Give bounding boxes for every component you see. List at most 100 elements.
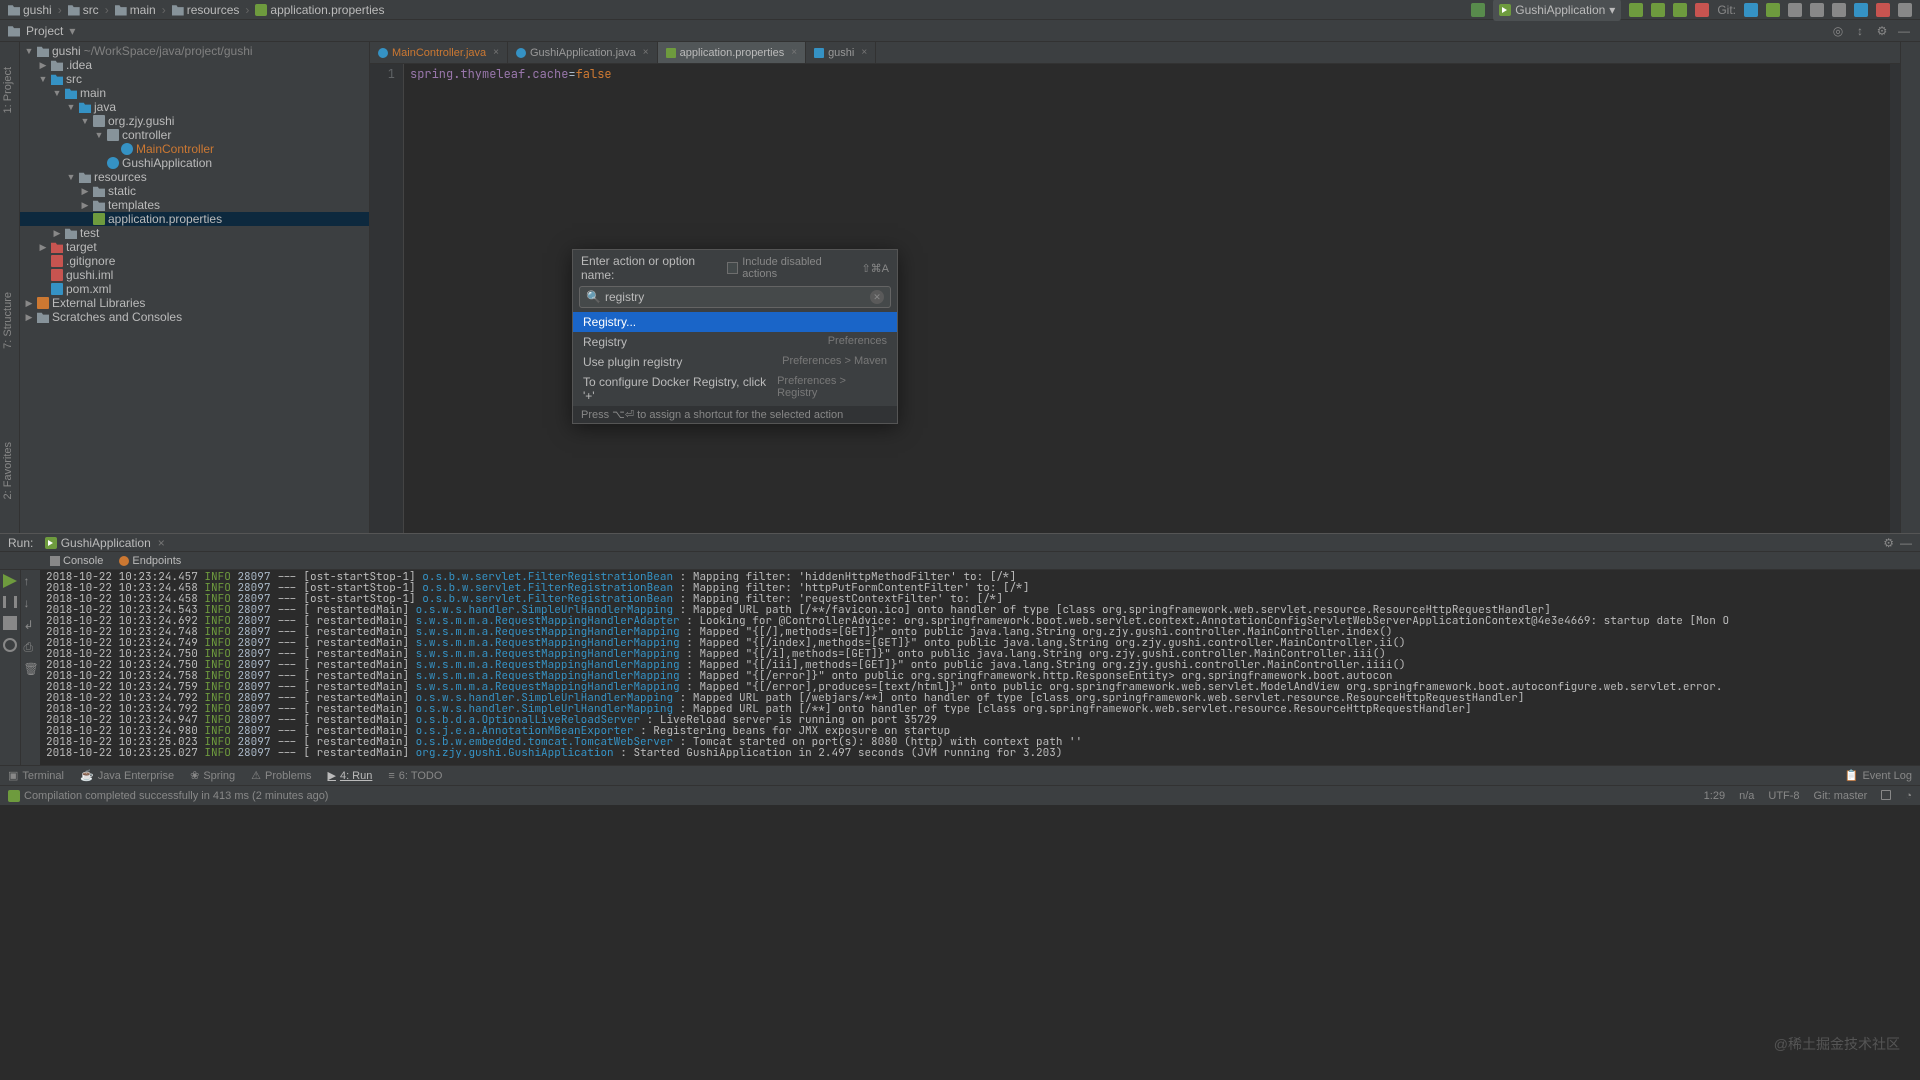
caret-position[interactable]: 1:29: [1704, 790, 1725, 802]
tree-row[interactable]: ▼main: [20, 86, 369, 100]
problems-tab[interactable]: ⚠ Problems: [251, 769, 311, 782]
coverage-icon[interactable]: [1673, 3, 1687, 17]
lock-icon[interactable]: [1881, 790, 1891, 800]
git-branch[interactable]: Git: master: [1814, 790, 1868, 802]
tree-row[interactable]: ▶target: [20, 240, 369, 254]
spring-tab[interactable]: ❀ Spring: [190, 769, 235, 782]
endpoints-tab[interactable]: Endpoints: [111, 552, 189, 569]
tree-row[interactable]: ▶.idea: [20, 58, 369, 72]
editor-tab[interactable]: gushi×: [806, 42, 876, 63]
hammer-icon[interactable]: [1471, 3, 1485, 17]
down-icon[interactable]: ↓: [24, 596, 38, 610]
editor-tab[interactable]: GushiApplication.java×: [508, 42, 658, 63]
rerun-icon[interactable]: [3, 574, 17, 588]
close-icon[interactable]: ×: [791, 47, 797, 58]
close-icon[interactable]: ×: [643, 47, 649, 58]
tree-row[interactable]: ▼org.zjy.gushi: [20, 114, 369, 128]
revert-icon[interactable]: [1810, 3, 1824, 17]
run-icon[interactable]: [1629, 3, 1643, 17]
tree-row[interactable]: pom.xml: [20, 282, 369, 296]
close-icon[interactable]: ×: [493, 47, 499, 58]
tree-row[interactable]: ▼java: [20, 100, 369, 114]
project-tree[interactable]: ▼gushi ~/WorkSpace/java/project/gushi▶.i…: [20, 42, 369, 533]
vcs-commit-icon[interactable]: [1766, 3, 1780, 17]
editor-tab[interactable]: MainController.java×: [370, 42, 508, 63]
console-side-toolbar: ↑ ↓ ↲ ⎙ 🗑: [20, 570, 40, 765]
print-icon[interactable]: ⎙: [24, 640, 38, 654]
find-action-result-item[interactable]: To configure Docker Registry, click '+'P…: [573, 372, 897, 406]
tree-row[interactable]: ▶static: [20, 184, 369, 198]
breadcrumb-item[interactable]: main: [115, 0, 156, 20]
gear-icon[interactable]: ⚙: [1883, 536, 1894, 550]
structure-tool-tab[interactable]: 7: Structure: [2, 292, 14, 349]
tree-row[interactable]: ▶templates: [20, 198, 369, 212]
find-action-result-item[interactable]: Use plugin registryPreferences > Maven: [573, 352, 897, 372]
todo-tab[interactable]: ≡ 6: TODO: [388, 770, 442, 782]
tree-row[interactable]: ▶Scratches and Consoles: [20, 310, 369, 324]
locate-icon[interactable]: ◎: [1830, 23, 1846, 39]
debug-icon[interactable]: [1651, 3, 1665, 17]
breadcrumb-item[interactable]: src: [68, 0, 99, 20]
tree-row[interactable]: application.properties: [20, 212, 369, 226]
run-config-name: GushiApplication: [61, 536, 151, 550]
stop-icon[interactable]: [3, 616, 17, 630]
close-icon[interactable]: ×: [861, 47, 867, 58]
tree-row[interactable]: ▼resources: [20, 170, 369, 184]
run-tab[interactable]: ▶ 4: Run: [327, 769, 372, 782]
up-icon[interactable]: ↑: [24, 574, 38, 588]
breadcrumb-item[interactable]: resources: [172, 0, 240, 20]
tree-row[interactable]: ▶test: [20, 226, 369, 240]
tree-row[interactable]: .gitignore: [20, 254, 369, 268]
editor-gutter: 1: [370, 64, 404, 533]
vcs-update-icon[interactable]: [1744, 3, 1758, 17]
tree-row[interactable]: ▼src: [20, 72, 369, 86]
console-output[interactable]: 2018-10-22 10:23:24.457 INFO 28097 --- […: [40, 570, 1920, 765]
javaee-tab[interactable]: ☕ Java Enterprise: [80, 769, 174, 782]
find-action-result-item[interactable]: Registry...: [573, 312, 897, 332]
hide-icon[interactable]: —: [1896, 23, 1912, 39]
history-icon[interactable]: [1788, 3, 1802, 17]
gear-icon[interactable]: ⚙: [1874, 23, 1890, 39]
hide-icon[interactable]: —: [1900, 536, 1912, 550]
translate-icon[interactable]: [1854, 3, 1868, 17]
yt-icon[interactable]: [1876, 3, 1890, 17]
project-view-dropdown[interactable]: Project: [26, 24, 63, 38]
settings-icon[interactable]: [1832, 3, 1846, 17]
find-action-result-item[interactable]: RegistryPreferences: [573, 332, 897, 352]
event-log-tab[interactable]: 📋 Event Log: [1845, 769, 1912, 782]
breadcrumb-item[interactable]: application.properties: [255, 0, 384, 20]
tree-row[interactable]: gushi.iml: [20, 268, 369, 282]
tree-row[interactable]: ▼controller: [20, 128, 369, 142]
folder-icon: [68, 4, 80, 16]
expand-icon[interactable]: ↕: [1852, 23, 1868, 39]
wrap-icon[interactable]: ↲: [24, 618, 38, 632]
run-panel-header: Run: GushiApplication× ⚙—: [0, 534, 1920, 552]
clear-icon[interactable]: ✕: [870, 290, 884, 304]
tree-row[interactable]: ▼gushi ~/WorkSpace/java/project/gushi: [20, 44, 369, 58]
include-disabled-checkbox[interactable]: [727, 262, 739, 274]
editor-tab[interactable]: application.properties×: [658, 42, 806, 63]
close-run-tab[interactable]: ×: [158, 536, 165, 550]
clear-icon[interactable]: 🗑: [24, 662, 38, 676]
terminal-tab[interactable]: ▣ Terminal: [8, 769, 64, 782]
left-tool-stripe: 1: Project 7: Structure 2: Favorites: [0, 42, 20, 533]
find-action-footer: Press ⌥⏎ to assign a shortcut for the se…: [573, 406, 897, 423]
project-tool-tab[interactable]: 1: Project: [2, 67, 14, 113]
favorites-tool-tab[interactable]: 2: Favorites: [2, 442, 14, 499]
pause-icon[interactable]: [3, 596, 17, 608]
tree-row[interactable]: GushiApplication: [20, 156, 369, 170]
spring-run-icon: [45, 537, 57, 549]
tree-row[interactable]: MainController: [20, 142, 369, 156]
restart-icon[interactable]: [3, 638, 17, 652]
breadcrumb-item[interactable]: gushi: [8, 0, 52, 20]
find-action-input[interactable]: [605, 290, 884, 304]
tree-row[interactable]: ▶External Libraries: [20, 296, 369, 310]
inspection-icon[interactable]: ◔: [1905, 790, 1912, 802]
run-side-toolbar: [0, 570, 20, 765]
stop-icon[interactable]: [1695, 3, 1709, 17]
console-tab[interactable]: Console: [42, 552, 111, 569]
encoding[interactable]: UTF-8: [1768, 790, 1799, 802]
search-icon[interactable]: [1898, 3, 1912, 17]
line-separator[interactable]: n/a: [1739, 790, 1754, 802]
run-config-selector[interactable]: GushiApplication ▾: [1493, 0, 1621, 21]
